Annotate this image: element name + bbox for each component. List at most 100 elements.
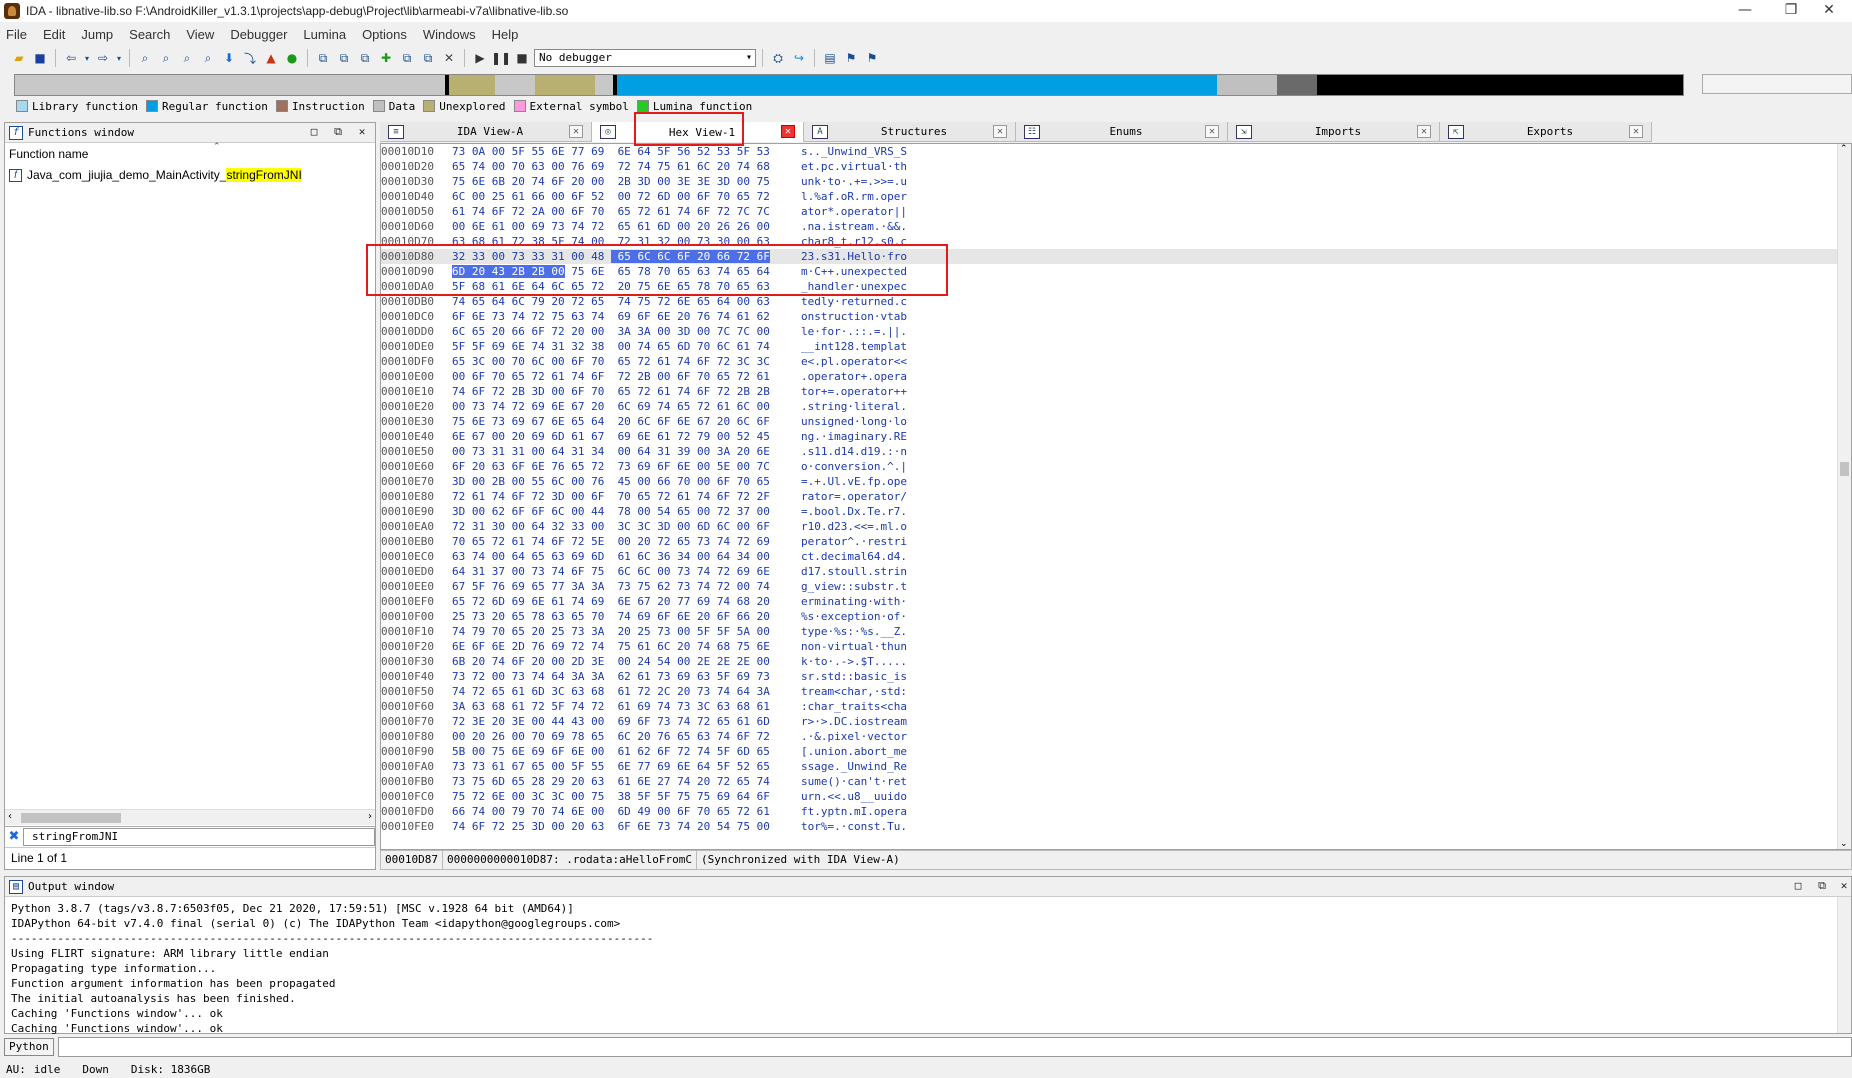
close-tab-icon[interactable]: ✕: [993, 125, 1007, 138]
hex-bytes[interactable]: 73 73 61 67 65 00 5F 55 6E 77 69 6E 64 5…: [452, 759, 770, 774]
trace-options-icon[interactable]: ⚑: [863, 49, 881, 67]
hex-ascii[interactable]: rator=.operator/: [801, 489, 907, 504]
jump-down-icon[interactable]: ⬇: [220, 49, 238, 67]
function-icon[interactable]: ✚: [377, 49, 395, 67]
hex-bytes[interactable]: 74 6F 72 2B 3D 00 6F 70 65 72 61 74 6F 7…: [452, 384, 770, 399]
hex-ascii[interactable]: tor%=.·const.Tu.: [801, 819, 907, 834]
tab-structures[interactable]: A Structures ✕: [804, 122, 1016, 142]
menu-view[interactable]: View: [186, 27, 214, 42]
scroll-right-icon[interactable]: ›: [368, 811, 372, 822]
output-vscrollbar[interactable]: [1837, 897, 1851, 1033]
hex-ascii[interactable]: s.._Unwind_VRS_S: [801, 144, 907, 159]
hex-row[interactable]: 00010FB0 73 75 6D 65 28 29 20 63 61 6E 27…: [381, 774, 1841, 789]
step-icon[interactable]: ↪: [790, 49, 808, 67]
hex-bytes[interactable]: 63 74 00 64 65 63 69 6D 61 6C 36 34 00 6…: [452, 549, 770, 564]
search-text-icon[interactable]: ⌕: [157, 49, 175, 67]
hex-row[interactable]: 00010EC0 63 74 00 64 65 63 69 6D 61 6C 36…: [381, 549, 1841, 564]
minimize-button[interactable]: —: [1722, 0, 1768, 22]
hex-row[interactable]: 00010F60 3A 63 68 61 72 5F 74 72 61 69 74…: [381, 699, 1841, 714]
debugger-select[interactable]: No debugger: [534, 49, 756, 67]
hex-ascii[interactable]: et.pc.virtual·th: [801, 159, 907, 174]
float-panel-icon[interactable]: ⧉: [1815, 880, 1829, 894]
hex-bytes[interactable]: 6F 6E 73 74 72 75 63 74 69 6F 6E 20 76 7…: [452, 309, 770, 324]
hex-bytes[interactable]: 72 31 30 00 64 32 33 00 3C 3C 3D 00 6D 6…: [452, 519, 770, 534]
hex-row[interactable]: 00010E50 00 73 31 31 00 64 31 34 00 64 31…: [381, 444, 1841, 459]
forward-arrow-icon[interactable]: ⇨: [94, 49, 112, 67]
tab-enums[interactable]: ☷ Enums ✕: [1016, 122, 1228, 142]
hex-row[interactable]: 00010F30 6B 20 74 6F 20 00 2D 3E 00 24 54…: [381, 654, 1841, 669]
hex-bytes[interactable]: 6C 00 25 61 66 00 6F 52 00 72 6D 00 6F 7…: [452, 189, 770, 204]
hex-ascii[interactable]: __int128.templat: [801, 339, 907, 354]
hex-row[interactable]: 00010E00 00 6F 70 65 72 61 74 6F 72 2B 00…: [381, 369, 1841, 384]
hex-bytes[interactable]: 6F 20 63 6F 6E 76 65 72 73 69 6F 6E 00 5…: [452, 459, 770, 474]
hex-ascii[interactable]: tedly·returned.c: [801, 294, 907, 309]
scroll-up-icon[interactable]: ⌃: [1840, 144, 1848, 154]
search-immediate-icon[interactable]: ⌕: [178, 49, 196, 67]
hex-ascii[interactable]: non-virtual·thun: [801, 639, 907, 654]
hex-row[interactable]: 00010D40 6C 00 25 61 66 00 6F 52 00 72 6D…: [381, 189, 1841, 204]
close-tab-icon[interactable]: ✕: [781, 125, 795, 138]
hex-row[interactable]: 00010D10 73 0A 00 5F 55 6E 77 69 6E 64 5F…: [381, 144, 1841, 159]
pause-debug-icon[interactable]: ❚❚: [491, 49, 511, 67]
hex-row[interactable]: 00010F80 00 20 26 00 70 69 78 65 6C 20 76…: [381, 729, 1841, 744]
cli-language-button[interactable]: Python: [4, 1038, 54, 1056]
hex-ascii[interactable]: e<.pl.operator<<: [801, 354, 907, 369]
hex-row[interactable]: 00010D50 61 74 6F 72 2A 00 6F 70 65 72 61…: [381, 204, 1841, 219]
hex-ascii[interactable]: r10.d23.<<=.ml.o: [801, 519, 907, 534]
close-button[interactable]: ✕: [1806, 0, 1852, 22]
hex-bytes[interactable]: 00 6F 70 65 72 61 74 6F 72 2B 00 6F 70 6…: [452, 369, 770, 384]
hex-bytes[interactable]: 5F 5F 69 6E 74 31 32 38 00 74 65 6D 70 6…: [452, 339, 770, 354]
hex-bytes[interactable]: 74 6F 72 25 3D 00 20 63 6F 6E 73 74 20 5…: [452, 819, 770, 834]
hex-row[interactable]: 00010F40 73 72 00 73 74 64 3A 3A 62 61 73…: [381, 669, 1841, 684]
string-icon[interactable]: ⧉: [356, 49, 374, 67]
scroll-left-icon[interactable]: ‹: [8, 811, 12, 822]
back-arrow-icon[interactable]: ⇦: [62, 49, 80, 67]
hex-ascii[interactable]: .operator+.opera: [801, 369, 907, 384]
hex-ascii[interactable]: onstruction·vtab: [801, 309, 907, 324]
hex-bytes[interactable]: 75 72 6E 00 3C 3C 00 75 38 5F 5F 75 75 6…: [452, 789, 770, 804]
start-debug-icon[interactable]: ▶: [471, 49, 489, 67]
hex-row[interactable]: 00010E20 00 73 74 72 69 6E 67 20 6C 69 74…: [381, 399, 1841, 414]
hex-ascii[interactable]: l.%af.oR.rm.oper: [801, 189, 907, 204]
hex-row[interactable]: 00010E80 72 61 74 6F 72 3D 00 6F 70 65 72…: [381, 489, 1841, 504]
menu-lumina[interactable]: Lumina: [303, 27, 346, 42]
hex-ascii[interactable]: erminating·with·: [801, 594, 907, 609]
code-icon[interactable]: ⧉: [314, 49, 332, 67]
hex-bytes[interactable]: 74 79 70 65 20 25 73 3A 20 25 73 00 5F 5…: [452, 624, 770, 639]
hex-row[interactable]: 00010F00 25 73 20 65 78 63 65 70 74 69 6F…: [381, 609, 1841, 624]
hex-ascii[interactable]: =.bool.Dx.Te.r7.: [801, 504, 907, 519]
hex-bytes[interactable]: 65 72 6D 69 6E 61 74 69 6E 67 20 77 69 7…: [452, 594, 770, 609]
hex-ascii[interactable]: .·&.pixel·vector: [801, 729, 907, 744]
menu-search[interactable]: Search: [129, 27, 170, 42]
stop-debug-icon[interactable]: ■: [513, 49, 531, 67]
hex-row[interactable]: 00010EA0 72 31 30 00 64 32 33 00 3C 3C 3D…: [381, 519, 1841, 534]
hex-row[interactable]: 00010DB0 74 65 64 6C 79 20 72 65 74 75 72…: [381, 294, 1841, 309]
hex-row[interactable]: 00010E30 75 6E 73 69 67 6E 65 64 20 6C 6F…: [381, 414, 1841, 429]
hex-ascii[interactable]: :char_traits<cha: [801, 699, 907, 714]
hex-row[interactable]: 00010EE0 67 5F 76 69 65 77 3A 3A 73 75 62…: [381, 579, 1841, 594]
attach-process-icon[interactable]: ⛭: [769, 49, 787, 67]
search-next-icon[interactable]: ⌕: [199, 49, 217, 67]
hex-ascii[interactable]: tor+=.operator++: [801, 384, 907, 399]
hex-bytes[interactable]: 72 61 74 6F 72 3D 00 6F 70 65 72 61 74 6…: [452, 489, 770, 504]
hex-bytes[interactable]: 6B 20 74 6F 20 00 2D 3E 00 24 54 00 2E 2…: [452, 654, 770, 669]
hex-ascii[interactable]: k·to·.->.$T.....: [801, 654, 907, 669]
hex-bytes[interactable]: 72 3E 20 3E 00 44 43 00 69 6F 73 74 72 6…: [452, 714, 770, 729]
hex-bytes[interactable]: 3D 00 62 6F 6F 6C 00 44 78 00 54 65 00 7…: [452, 504, 770, 519]
hex-row[interactable]: 00010FA0 73 73 61 67 65 00 5F 55 6E 77 69…: [381, 759, 1841, 774]
hex-ascii[interactable]: g_view::substr.t: [801, 579, 907, 594]
search-binary-icon[interactable]: ⌕: [136, 49, 154, 67]
navigation-band[interactable]: [14, 74, 1684, 96]
hex-ascii[interactable]: r>·>.DC.iostream: [801, 714, 907, 729]
hex-bytes[interactable]: 74 65 64 6C 79 20 72 65 74 75 72 6E 65 6…: [452, 294, 770, 309]
hex-vscrollbar[interactable]: ⌃ ⌄: [1837, 144, 1851, 849]
hex-bytes[interactable]: 73 0A 00 5F 55 6E 77 69 6E 64 5F 56 52 5…: [452, 144, 770, 159]
hex-bytes[interactable]: 5B 00 75 6E 69 6F 6E 00 61 62 6F 72 74 5…: [452, 744, 770, 759]
hex-row[interactable]: 00010F70 72 3E 20 3E 00 44 43 00 69 6F 73…: [381, 714, 1841, 729]
hex-bytes[interactable]: 73 72 00 73 74 64 3A 3A 62 61 73 69 63 5…: [452, 669, 770, 684]
hex-ascii[interactable]: [.union.abort_me: [801, 744, 907, 759]
hex-bytes[interactable]: 3D 00 2B 00 55 6C 00 76 45 00 66 70 00 6…: [452, 474, 770, 489]
hex-ascii[interactable]: ssage._Unwind_Re: [801, 759, 907, 774]
hex-ascii[interactable]: unk·to·.+=.>>=.u: [801, 174, 907, 189]
close-tab-icon[interactable]: ✕: [1205, 125, 1219, 138]
